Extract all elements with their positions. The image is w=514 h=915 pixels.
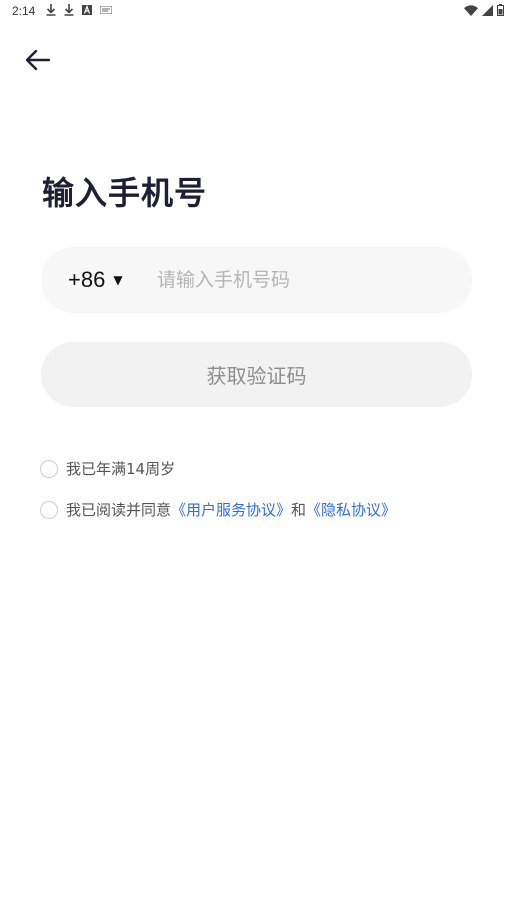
agreement-conjunction-label: 和 <box>291 501 307 519</box>
wifi-icon <box>464 4 478 16</box>
age-confirmation-label: 我已年满14周岁 <box>66 460 176 478</box>
caret-down-icon: ▼ <box>113 273 123 287</box>
country-code-selector[interactable]: +86 ▼ <box>68 247 123 313</box>
back-button[interactable] <box>22 46 54 78</box>
phone-number-input[interactable] <box>157 247 457 313</box>
terms-of-service-link[interactable]: 《用户服务协议》 <box>171 499 291 520</box>
agreement-prefix-label: 我已阅读并同意 <box>66 501 172 519</box>
status-bar: 2:14 <box>0 0 514 24</box>
arrow-left-icon <box>25 49 51 75</box>
agreement-row: 我已阅读并同意 《用户服务协议》 和 《隐私协议》 <box>40 499 396 520</box>
battery-icon <box>497 4 504 16</box>
app-a-icon <box>82 5 92 15</box>
get-verification-code-button[interactable]: 获取验证码 <box>41 342 472 407</box>
country-code-label: +86 <box>68 267 106 292</box>
download-icon <box>46 4 56 16</box>
age-confirmation-checkbox[interactable] <box>40 459 58 478</box>
download-icon <box>64 4 74 16</box>
signal-icon <box>482 4 493 16</box>
status-time: 2:14 <box>12 4 36 18</box>
agreement-checkbox[interactable] <box>40 500 58 519</box>
phone-field: +86 ▼ <box>41 247 472 313</box>
page-title: 输入手机号 <box>42 174 208 212</box>
app-badge-icon <box>100 6 112 14</box>
status-notification-icons <box>46 4 112 16</box>
status-system-icons <box>464 4 504 16</box>
age-confirmation-row: 我已年满14周岁 <box>40 458 175 479</box>
privacy-policy-link[interactable]: 《隐私协议》 <box>306 499 396 520</box>
